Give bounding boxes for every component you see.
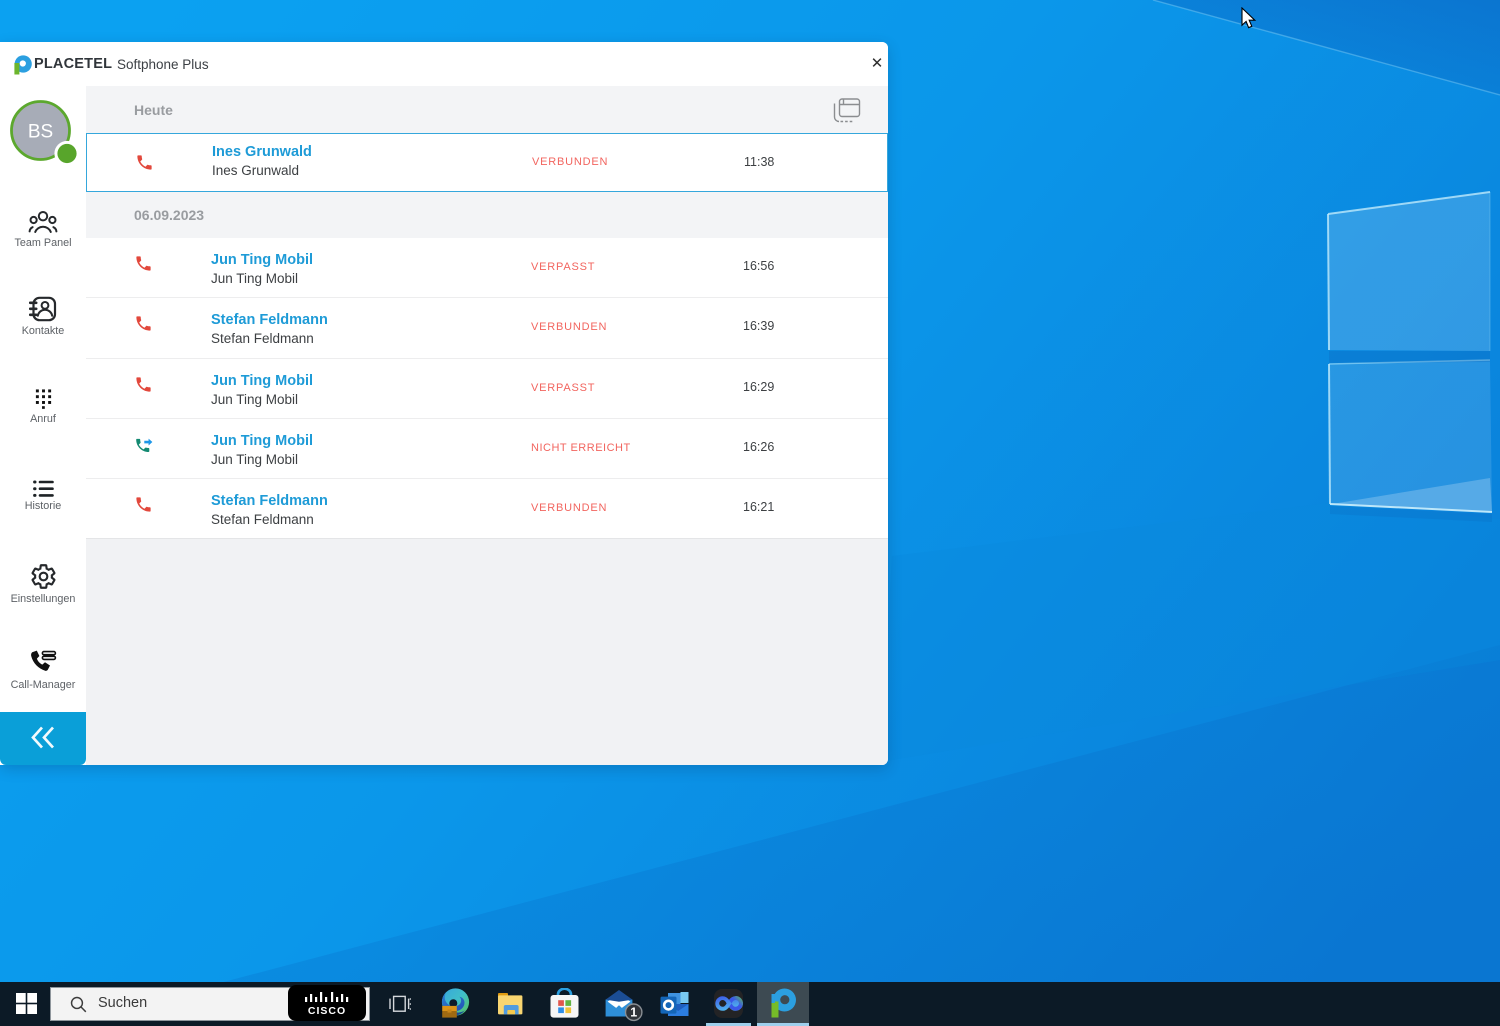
svg-text:BS: BS <box>28 122 53 143</box>
svg-text:1: 1 <box>630 1006 637 1020</box>
